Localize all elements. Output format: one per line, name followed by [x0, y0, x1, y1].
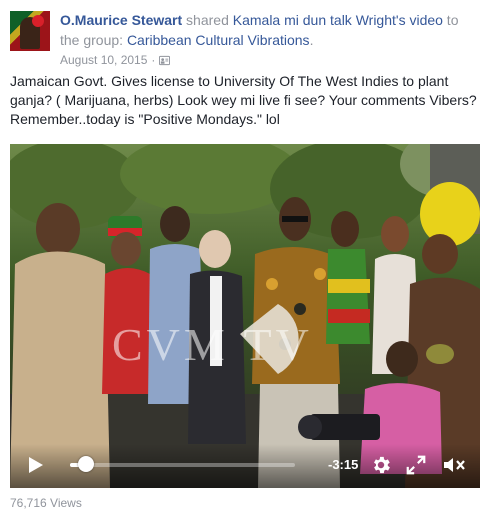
post-meta: August 10, 2015 · [60, 53, 171, 67]
video-controls: -3:15 [10, 444, 480, 488]
video-player[interactable]: CVM TV [10, 144, 480, 488]
expand-icon[interactable] [405, 454, 427, 476]
progress-knob[interactable] [77, 456, 94, 472]
gear-icon[interactable] [370, 454, 392, 476]
mute-icon[interactable] [442, 455, 466, 475]
time-remaining: -3:15 [328, 457, 359, 472]
author-name-link[interactable]: O.Maurice Stewart [60, 12, 182, 28]
shared-text: shared [182, 12, 233, 28]
post-body: Jamaican Govt. Gives license to Universi… [10, 73, 477, 127]
progress-bar[interactable] [70, 463, 295, 467]
video-watermark: CVM TV [112, 319, 313, 370]
video-link-suffix[interactable]: 's video [396, 12, 443, 28]
author-avatar[interactable] [10, 11, 50, 51]
video-frame [10, 144, 480, 488]
post-attribution: O.Maurice Stewart shared Kamala mi dun t… [60, 10, 480, 50]
post-header: O.Maurice Stewart shared Kamala mi dun t… [10, 10, 481, 67]
group-link[interactable]: Caribbean Cultural Vibrations [127, 32, 310, 48]
meta-separator: · [151, 53, 156, 67]
group-privacy-icon [159, 55, 171, 65]
post-date[interactable]: August 10, 2015 [60, 53, 147, 67]
original-poster-link[interactable]: Kamala mi dun talk Wright [233, 12, 396, 28]
play-icon[interactable] [28, 456, 44, 474]
view-count: 76,716 Views [10, 496, 82, 510]
period-text: . [309, 32, 314, 48]
